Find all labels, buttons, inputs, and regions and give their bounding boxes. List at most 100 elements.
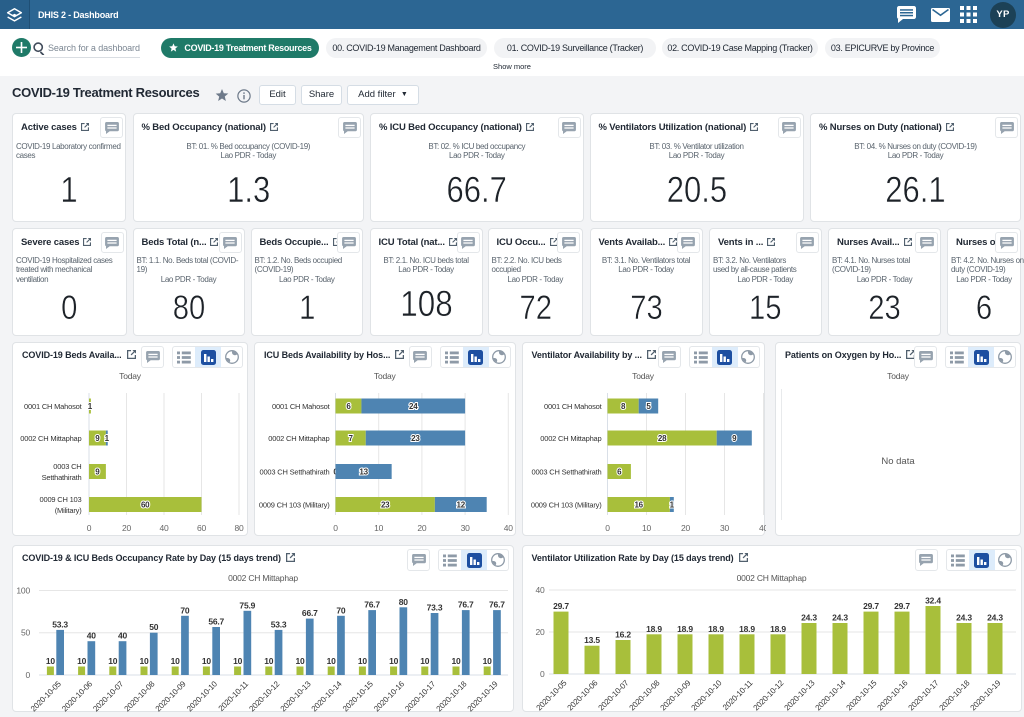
svg-text:73.3: 73.3 — [427, 603, 443, 613]
svg-text:7: 7 — [348, 434, 353, 443]
svg-text:2020-10-11: 2020-10-11 — [217, 679, 251, 713]
svg-text:80: 80 — [234, 523, 244, 533]
svg-text:29.7: 29.7 — [553, 601, 569, 611]
svg-text:0002 CH Mittaphap: 0002 CH Mittaphap — [20, 434, 81, 443]
svg-text:0001 CH Mahosot: 0001 CH Mahosot — [272, 402, 331, 411]
svg-text:6: 6 — [617, 468, 622, 477]
svg-text:50: 50 — [21, 628, 31, 638]
svg-text:Setthathirath: Setthathirath — [42, 473, 82, 482]
svg-text:2020-10-06: 2020-10-06 — [565, 678, 599, 712]
svg-text:1: 1 — [105, 434, 110, 443]
svg-text:76.7: 76.7 — [489, 600, 505, 610]
svg-text:2020-10-05: 2020-10-05 — [29, 679, 63, 713]
svg-text:9: 9 — [95, 434, 100, 443]
svg-text:10: 10 — [374, 523, 384, 533]
svg-text:0: 0 — [333, 523, 338, 533]
svg-text:0: 0 — [539, 669, 544, 679]
svg-text:13: 13 — [359, 468, 368, 477]
svg-text:1: 1 — [669, 501, 674, 510]
svg-text:24.3: 24.3 — [987, 613, 1003, 623]
svg-text:0: 0 — [605, 523, 610, 533]
svg-text:10: 10 — [202, 656, 212, 666]
svg-text:2020-10-11: 2020-10-11 — [720, 678, 754, 712]
svg-text:10: 10 — [420, 656, 430, 666]
svg-text:10: 10 — [358, 656, 368, 666]
svg-text:2020-10-13: 2020-10-13 — [782, 678, 816, 712]
svg-text:(Military): (Military) — [55, 506, 82, 515]
svg-text:2020-10-09: 2020-10-09 — [658, 678, 692, 712]
svg-text:10: 10 — [264, 656, 274, 666]
svg-text:20: 20 — [417, 523, 427, 533]
svg-text:16: 16 — [634, 501, 643, 510]
svg-text:29.7: 29.7 — [863, 601, 879, 611]
svg-text:30: 30 — [719, 523, 729, 533]
svg-text:8: 8 — [620, 402, 625, 411]
svg-text:0003 CH Setthathirath: 0003 CH Setthathirath — [531, 468, 601, 477]
svg-text:2020-10-09: 2020-10-09 — [154, 679, 188, 713]
svg-text:10: 10 — [327, 656, 337, 666]
svg-text:2020-10-14: 2020-10-14 — [813, 678, 847, 712]
svg-text:23: 23 — [411, 434, 420, 443]
svg-text:9: 9 — [95, 468, 100, 477]
svg-text:23: 23 — [381, 501, 390, 510]
svg-text:18.9: 18.9 — [770, 624, 786, 634]
svg-text:40: 40 — [504, 523, 514, 533]
svg-text:10: 10 — [139, 656, 149, 666]
svg-text:2020-10-08: 2020-10-08 — [627, 678, 661, 712]
svg-text:10: 10 — [451, 656, 461, 666]
svg-text:16.2: 16.2 — [615, 630, 631, 640]
svg-text:0: 0 — [87, 523, 92, 533]
svg-text:12: 12 — [457, 501, 466, 510]
svg-text:0009 CH 103 (Military): 0009 CH 103 (Military) — [259, 501, 330, 510]
svg-text:40: 40 — [758, 523, 765, 533]
svg-text:9: 9 — [732, 434, 737, 443]
svg-text:50: 50 — [149, 622, 159, 632]
svg-text:10: 10 — [108, 656, 118, 666]
svg-text:2020-10-17: 2020-10-17 — [906, 678, 940, 712]
svg-text:2020-10-19: 2020-10-19 — [466, 679, 500, 713]
svg-text:0003 CH Setthathirath: 0003 CH Setthathirath — [259, 468, 329, 477]
svg-text:60: 60 — [141, 501, 150, 510]
svg-text:24: 24 — [409, 402, 418, 411]
svg-text:18.9: 18.9 — [708, 624, 724, 634]
svg-text:2020-10-10: 2020-10-10 — [689, 678, 723, 712]
svg-text:2020-10-14: 2020-10-14 — [310, 679, 344, 713]
svg-text:10: 10 — [295, 656, 305, 666]
svg-text:2020-10-17: 2020-10-17 — [403, 679, 437, 713]
svg-text:10: 10 — [46, 656, 56, 666]
svg-text:2020-10-07: 2020-10-07 — [91, 679, 125, 713]
svg-text:2020-10-10: 2020-10-10 — [185, 679, 219, 713]
svg-text:0002 CH Mittaphap: 0002 CH Mittaphap — [268, 434, 329, 443]
svg-text:0001 CH Mahosot: 0001 CH Mahosot — [24, 402, 83, 411]
svg-text:24.3: 24.3 — [801, 613, 817, 623]
svg-text:0009 CH 103 (Military): 0009 CH 103 (Military) — [530, 501, 601, 510]
svg-text:60: 60 — [197, 523, 207, 533]
svg-text:10: 10 — [77, 656, 87, 666]
svg-text:75.9: 75.9 — [239, 600, 255, 610]
svg-text:2020-10-12: 2020-10-12 — [751, 678, 785, 712]
svg-text:2020-10-18: 2020-10-18 — [937, 678, 971, 712]
svg-text:53.3: 53.3 — [271, 619, 287, 629]
svg-text:18.9: 18.9 — [677, 624, 693, 634]
svg-text:10: 10 — [171, 656, 181, 666]
svg-text:76.7: 76.7 — [364, 600, 380, 610]
svg-text:2020-10-05: 2020-10-05 — [534, 678, 568, 712]
svg-text:0: 0 — [25, 670, 30, 680]
svg-text:2020-10-12: 2020-10-12 — [247, 679, 281, 713]
svg-text:40: 40 — [535, 585, 545, 595]
svg-text:2020-10-19: 2020-10-19 — [968, 678, 1002, 712]
svg-text:2020-10-18: 2020-10-18 — [435, 679, 469, 713]
svg-text:1: 1 — [88, 402, 93, 411]
svg-text:32.4: 32.4 — [925, 596, 941, 606]
svg-text:20: 20 — [122, 523, 132, 533]
svg-text:70: 70 — [180, 605, 190, 615]
svg-text:10: 10 — [641, 523, 651, 533]
svg-text:2020-10-06: 2020-10-06 — [60, 679, 94, 713]
svg-text:10: 10 — [233, 656, 243, 666]
svg-text:0001 CH Mahosot: 0001 CH Mahosot — [544, 402, 603, 411]
svg-text:2020-10-08: 2020-10-08 — [123, 679, 157, 713]
svg-text:2020-10-16: 2020-10-16 — [875, 678, 909, 712]
svg-text:56.7: 56.7 — [208, 617, 224, 627]
svg-text:2020-10-13: 2020-10-13 — [279, 679, 313, 713]
svg-text:2020-10-15: 2020-10-15 — [844, 678, 878, 712]
